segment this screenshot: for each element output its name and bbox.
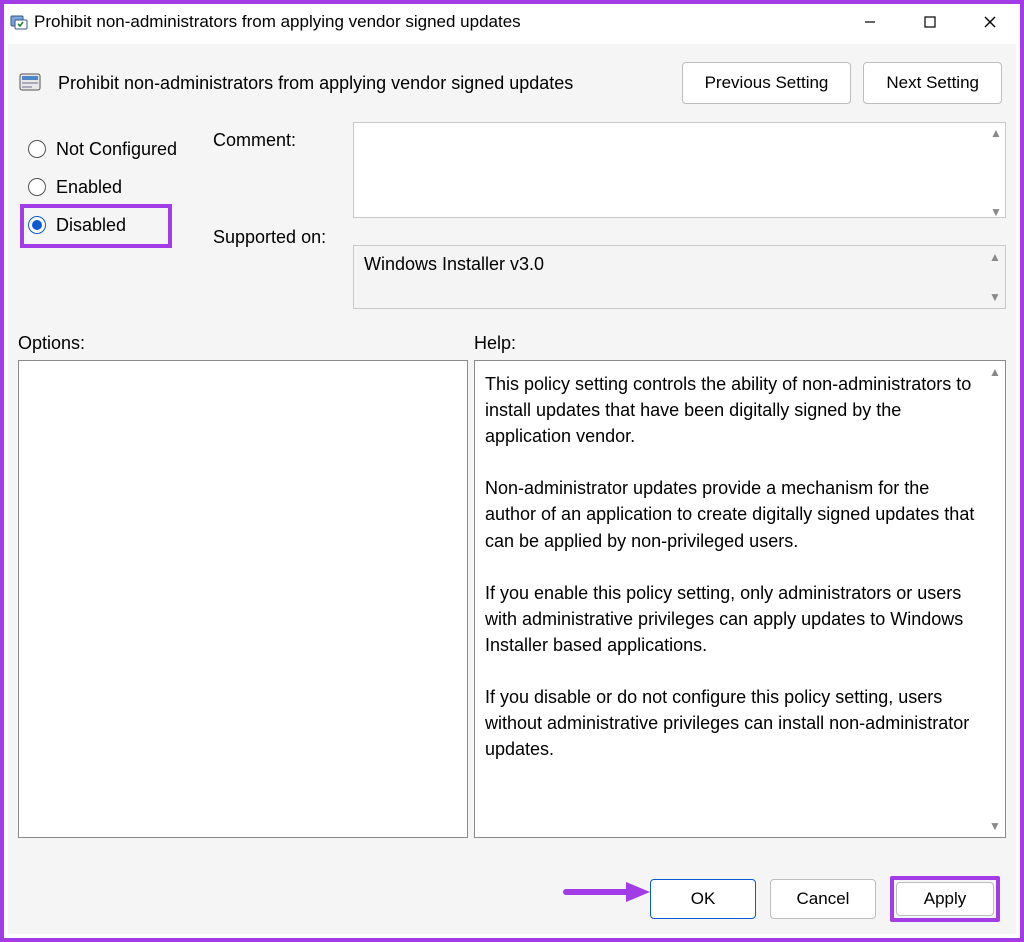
options-pane xyxy=(18,360,468,838)
radio-icon xyxy=(28,140,46,158)
pane-headers: Options: Help: xyxy=(8,309,1016,360)
ok-button[interactable]: OK xyxy=(650,879,756,919)
help-pane: This policy setting controls the ability… xyxy=(474,360,1006,838)
next-setting-button[interactable]: Next Setting xyxy=(863,62,1002,104)
radio-icon xyxy=(28,216,46,234)
supported-on-value: Windows Installer v3.0 xyxy=(364,254,544,274)
help-text: This policy setting controls the ability… xyxy=(475,361,985,837)
supported-on-field: Windows Installer v3.0 ▲▼ xyxy=(353,245,1006,309)
dialog-footer: OK Cancel Apply xyxy=(8,864,1016,934)
minimize-button[interactable] xyxy=(840,4,900,40)
form-area: Not Configured Enabled Disabled Comment: xyxy=(8,122,1016,309)
annotation-highlight-apply: Apply xyxy=(890,876,1000,922)
scrollbar[interactable]: ▲▼ xyxy=(985,361,1005,837)
radio-enabled[interactable]: Enabled xyxy=(18,168,203,206)
radio-label: Disabled xyxy=(56,215,126,236)
client-area: Prohibit non-administrators from applyin… xyxy=(8,44,1016,934)
form-fields: ▲▼ Windows Installer v3.0 ▲▼ xyxy=(353,122,1006,309)
supported-on-label: Supported on: xyxy=(213,227,343,248)
close-button[interactable] xyxy=(960,4,1020,40)
options-label: Options: xyxy=(18,333,474,354)
cancel-button[interactable]: Cancel xyxy=(770,879,876,919)
policy-title: Prohibit non-administrators from applyin… xyxy=(58,73,670,94)
title-bar: Prohibit non-administrators from applyin… xyxy=(4,4,1020,40)
help-label: Help: xyxy=(474,333,1006,354)
previous-setting-button[interactable]: Previous Setting xyxy=(682,62,852,104)
scrollbar[interactable]: ▲▼ xyxy=(986,122,1006,223)
header-row: Prohibit non-administrators from applyin… xyxy=(8,44,1016,110)
panes: This policy setting controls the ability… xyxy=(8,360,1016,838)
annotation-arrow-icon xyxy=(562,879,652,910)
radio-not-configured[interactable]: Not Configured xyxy=(18,130,203,168)
policy-icon xyxy=(18,69,46,97)
comment-textarea[interactable] xyxy=(353,122,1006,218)
form-labels: Comment: Supported on: xyxy=(213,122,343,248)
radio-label: Enabled xyxy=(56,177,122,198)
radio-label: Not Configured xyxy=(56,139,177,160)
comment-label: Comment: xyxy=(213,130,343,151)
window-title: Prohibit non-administrators from applyin… xyxy=(34,12,521,32)
scrollbar[interactable]: ▲▼ xyxy=(985,246,1005,308)
apply-button[interactable]: Apply xyxy=(896,882,994,916)
maximize-button[interactable] xyxy=(900,4,960,40)
radio-disabled[interactable]: Disabled xyxy=(18,206,203,244)
policy-editor-window: Prohibit non-administrators from applyin… xyxy=(0,0,1024,942)
state-radio-group: Not Configured Enabled Disabled xyxy=(18,122,203,244)
radio-icon xyxy=(28,178,46,196)
app-icon xyxy=(10,13,28,31)
